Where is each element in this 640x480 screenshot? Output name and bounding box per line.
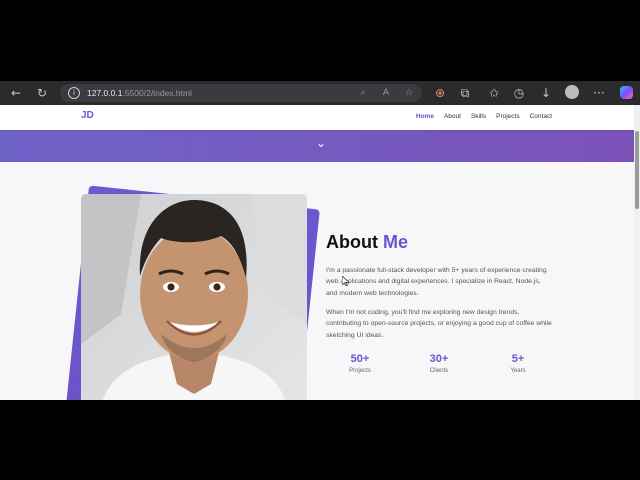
- about-paragraph-2: When I'm not coding, you'll find me expl…: [326, 309, 552, 339]
- info-icon[interactable]: i: [68, 87, 80, 99]
- mouse-cursor-icon: [342, 276, 350, 286]
- stat-projects: 50+ Projects: [330, 353, 390, 374]
- stat-label: Projects: [349, 368, 371, 374]
- page-scrollbar[interactable]: [634, 105, 640, 400]
- about-heading: About Me: [326, 232, 409, 252]
- collections-icon[interactable]: ✩: [485, 84, 503, 102]
- stat-value: 30+: [429, 353, 449, 365]
- nav-about[interactable]: About: [444, 113, 461, 120]
- url-text[interactable]: 127.0.0.1:5500/2/index.html: [87, 86, 192, 100]
- more-icon[interactable]: ···: [590, 84, 608, 102]
- stat-value: 50+: [350, 353, 370, 365]
- hero-section-bottom: ⌄: [0, 130, 634, 162]
- browser-window: ← ↻ i 127.0.0.1:5500/2/index.html ⌕ A ☆ …: [0, 81, 640, 400]
- stat-label: Clients: [429, 368, 449, 374]
- stat-years: 5+ Years: [488, 353, 548, 374]
- address-bar[interactable]: i 127.0.0.1:5500/2/index.html ⌕ A ☆: [60, 84, 422, 102]
- nav-projects[interactable]: Projects: [496, 113, 519, 120]
- browser-toolbar: ← ↻ i 127.0.0.1:5500/2/index.html ⌕ A ☆ …: [0, 81, 640, 106]
- back-icon[interactable]: ←: [7, 84, 25, 102]
- stat-clients: 30+ Clients: [409, 353, 469, 374]
- scrollbar-thumb[interactable]: [635, 131, 639, 209]
- about-paragraph-1: I'm a passionate full-stack developer wi…: [326, 267, 547, 297]
- web-page: JD Home About Skills Projects Contact ⌄: [0, 105, 634, 400]
- copilot-icon[interactable]: [620, 86, 633, 99]
- nav-home[interactable]: Home: [416, 113, 434, 120]
- chevron-down-icon[interactable]: ⌄: [316, 136, 326, 150]
- profile-icon[interactable]: [565, 85, 579, 99]
- stat-label: Years: [510, 368, 526, 374]
- site-navbar: JD Home About Skills Projects Contact: [0, 105, 634, 130]
- nav-contact[interactable]: Contact: [530, 113, 552, 120]
- extension-icon[interactable]: ⊕: [431, 84, 449, 102]
- nav-links: Home About Skills Projects Contact: [416, 113, 552, 120]
- read-aloud-icon[interactable]: A: [379, 86, 393, 100]
- nav-skills[interactable]: Skills: [471, 113, 486, 120]
- zoom-icon[interactable]: ⌕: [356, 86, 370, 100]
- portrait-image: [81, 194, 307, 400]
- site-logo[interactable]: JD: [81, 110, 94, 121]
- stat-value: 5+: [511, 353, 525, 365]
- refresh-icon[interactable]: ↻: [33, 84, 51, 102]
- puzzle-icon[interactable]: ⧉: [456, 84, 474, 102]
- favorite-icon[interactable]: ☆: [402, 86, 416, 100]
- history-icon[interactable]: ◷: [510, 84, 528, 102]
- profile-photo: [81, 194, 307, 400]
- downloads-icon[interactable]: ↓: [537, 84, 555, 102]
